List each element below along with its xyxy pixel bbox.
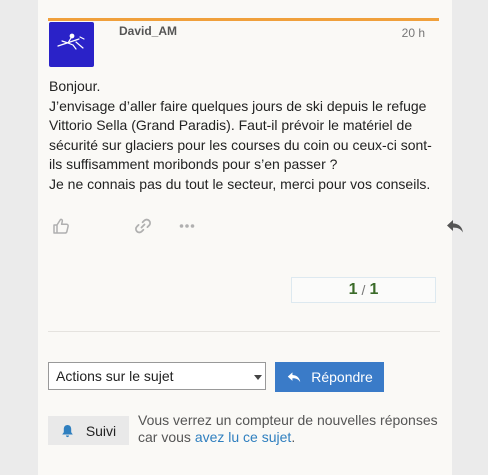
post-body: Bonjour. J’envisage d’aller faire quelqu… <box>49 77 441 194</box>
post-paragraph: Bonjour. <box>49 78 101 94</box>
post-username[interactable]: David_AM <box>119 24 177 38</box>
post-actions <box>49 214 463 238</box>
topic-actions-label: Actions sur le sujet <box>56 368 174 384</box>
chevron-down-icon <box>254 375 262 380</box>
more-icon <box>179 224 195 228</box>
new-post-indicator <box>48 18 439 21</box>
progress-total: 1 <box>369 281 379 298</box>
bell-icon <box>62 424 73 437</box>
post-paragraph: J’envisage d’aller faire quelques jours … <box>49 97 432 173</box>
avatar[interactable] <box>49 22 94 67</box>
post-reply-button[interactable] <box>443 214 467 238</box>
like-icon <box>53 218 69 234</box>
notification-level-button[interactable]: Suivi <box>48 416 129 445</box>
reply-button-label: Répondre <box>311 369 373 385</box>
more-actions-button[interactable] <box>175 214 199 238</box>
reply-button[interactable]: Répondre <box>275 362 384 392</box>
reply-icon <box>447 220 463 233</box>
link-icon <box>135 218 151 234</box>
progress-separator: / <box>361 282 366 298</box>
share-link-button[interactable] <box>131 214 155 238</box>
topic-progress[interactable]: 1 / 1 <box>291 277 436 303</box>
notification-text-end: . <box>291 429 296 445</box>
post-paragraph: Je ne connais pas du tout le secteur, me… <box>49 175 431 192</box>
post-date[interactable]: 20 h <box>402 26 425 40</box>
notification-description: Vous verrez un compteur de nouvelles rép… <box>138 412 448 446</box>
topic-page: David_AM 20 h Bonjour. J’envisage d’alle… <box>38 0 463 475</box>
like-button[interactable] <box>49 214 73 238</box>
skier-avatar-icon <box>57 33 85 50</box>
follow-button-label: Suivi <box>85 422 117 439</box>
progress-current: 1 <box>348 281 358 298</box>
topic-actions-dropdown[interactable]: Actions sur le sujet <box>48 362 266 390</box>
read-topic-link[interactable]: avez lu ce sujet <box>195 429 292 445</box>
divider <box>48 331 440 332</box>
reply-icon <box>288 372 301 383</box>
